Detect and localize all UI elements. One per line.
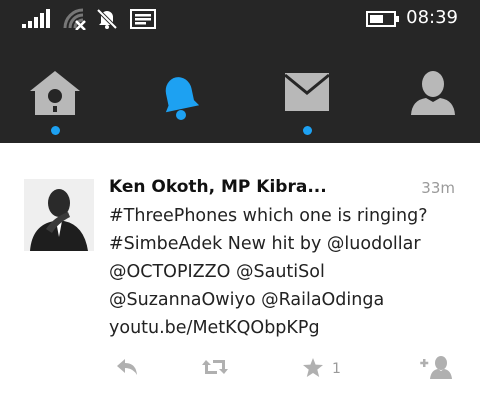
envelope-icon	[282, 37, 332, 123]
follow-button[interactable]	[419, 349, 455, 389]
tweet-item[interactable]: Ken Okoth, MP Kibra... 33m #ThreePhones …	[0, 143, 480, 402]
add-user-icon	[419, 355, 455, 383]
person-icon	[408, 37, 458, 121]
tweet-text-line: #SimbeAdek New hit by @luodollar	[109, 234, 421, 254]
tweet-time: 33m	[421, 179, 455, 197]
bell-icon	[155, 37, 205, 125]
tweet-actions: 1	[0, 349, 480, 389]
birdhouse-icon	[28, 37, 82, 121]
tweet-text-line: @OCTOPIZZO @SautiSol	[109, 262, 325, 282]
tweet-text-line: #ThreePhones which one is ringing?	[109, 206, 428, 226]
tab-notifications[interactable]	[125, 37, 235, 143]
tab-profile[interactable]	[378, 37, 480, 143]
status-bar: 08:39	[0, 0, 480, 37]
favorite-count: 1	[332, 361, 341, 377]
tab-home[interactable]	[0, 37, 110, 143]
retweet-button[interactable]	[201, 349, 229, 389]
tweet-link[interactable]: youtu.be/MetKQObpKPg	[109, 318, 320, 338]
tab-messages[interactable]	[252, 37, 362, 143]
tab-bar	[0, 37, 480, 143]
favorite-button[interactable]: 1	[302, 349, 341, 389]
avatar[interactable]	[24, 179, 94, 251]
messages-unread-dot	[302, 126, 312, 135]
star-icon	[302, 357, 324, 382]
reply-button[interactable]	[116, 349, 138, 389]
message-icon	[130, 0, 156, 37]
reply-icon	[116, 358, 138, 380]
tweet-text-line: @SuzannaOwiyo @RailaOdinga	[109, 290, 385, 310]
retweet-icon	[201, 357, 229, 381]
signal-bars-icon	[22, 0, 52, 37]
battery-icon	[366, 0, 400, 37]
home-unread-dot	[50, 126, 60, 135]
wifi-off-icon	[63, 0, 87, 37]
tweet-author[interactable]: Ken Okoth, MP Kibra...	[109, 177, 389, 197]
status-time: 08:39	[406, 7, 458, 28]
notifications-muted-icon	[96, 0, 118, 37]
